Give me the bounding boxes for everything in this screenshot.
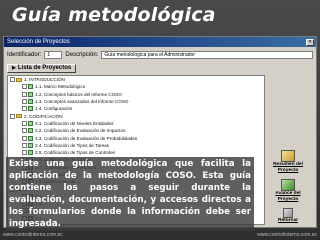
description-field[interactable]: Guía metodológica para el Administrador [101, 51, 313, 59]
folder-icon [16, 114, 22, 119]
folder-icon [16, 77, 22, 82]
tree-item[interactable]: 2.2. Codificación de Evaluación de Impac… [8, 127, 264, 134]
id-field[interactable]: 1 [44, 51, 63, 59]
return-button[interactable]: Retornar [265, 207, 311, 225]
tree-item[interactable]: 1.2. Conceptos básicos del Informe COSO [8, 91, 264, 98]
document-icon [28, 128, 33, 134]
project-progress-button[interactable]: Avance del Proyecto [265, 178, 311, 203]
tree-item[interactable]: 1.3. Conceptos avanzados del Informe COS… [8, 98, 264, 105]
tree-item[interactable]: 2.1. Codificación de Niveles Entidades [8, 120, 264, 127]
document-icon [28, 91, 33, 97]
exit-icon [283, 208, 293, 218]
tree-item[interactable]: 2. CODIFICACIÓN [8, 112, 264, 119]
footer-left-url: www.controlinterno.com.ec [3, 232, 63, 238]
document-icon [28, 84, 33, 90]
checkbox-icon[interactable] [22, 91, 27, 97]
id-label: Identificador: [7, 52, 42, 58]
window-title: Selección de Proyectos [7, 39, 70, 45]
checkbox-icon[interactable] [22, 120, 27, 126]
document-icon [28, 135, 33, 141]
tree-item[interactable]: 2.5. Codificación de Tipos de Controles [8, 149, 264, 156]
tree-item-label: 1. INTRODUCCIÓN [24, 77, 65, 83]
tree-item-label: 2.5. Codificación de Tipos de Controles [35, 150, 115, 156]
tree-item-label: 2.3. Codificación de Evaluación de Proba… [35, 135, 138, 141]
side-actions: Resumen del Proyecto Avance del Proyecto… [263, 149, 313, 225]
tree-item[interactable]: 1.4. Configuración [8, 105, 264, 112]
checkbox-icon[interactable] [10, 77, 15, 83]
checkbox-icon[interactable] [22, 142, 27, 148]
tree-item-label: 2.2. Codificación de Evaluación de Impac… [35, 128, 126, 134]
document-icon [28, 150, 33, 156]
tree-item-label: 1.4. Configuración [35, 106, 73, 112]
slide-title: Guía metodológica [12, 4, 216, 26]
return-label: Retornar [278, 218, 298, 223]
footer-right-url: www.controlinterno.com.ec [257, 232, 317, 238]
checkbox-icon[interactable] [22, 135, 27, 141]
window-titlebar: Selección de Proyectos ✕ [4, 37, 316, 47]
document-icon [28, 120, 33, 126]
project-list-button[interactable]: ▶ Lista de Proyectos [7, 63, 77, 73]
tree-item[interactable]: 2.3. Codificación de Evaluación de Proba… [8, 134, 264, 141]
tree-item[interactable]: 1. INTRODUCCIÓN [8, 76, 264, 83]
project-list-label: Lista de Proyectos [17, 64, 72, 71]
slide-caption: Existe una guía metodológica que facilit… [6, 157, 254, 231]
document-icon [28, 106, 33, 112]
tree-item[interactable]: 2.4. Codificación de Tipos de Tareas [8, 142, 264, 149]
project-list-bar: ▶ Lista de Proyectos [7, 63, 265, 73]
document-icon [28, 142, 33, 148]
project-fields: Identificador: 1 Descripción: Guía metod… [7, 50, 313, 60]
progress-icon [281, 179, 295, 191]
summary-icon [281, 150, 295, 162]
checkbox-icon[interactable] [22, 128, 27, 134]
document-icon [28, 99, 33, 105]
project-summary-label: Resumen del Proyecto [273, 162, 303, 173]
checkbox-icon[interactable] [10, 113, 15, 119]
description-label: Descripción: [65, 52, 99, 58]
tree-item-label: 2.1. Codificación de Niveles Entidades [35, 120, 114, 126]
triangle-right-icon: ▶ [12, 64, 16, 71]
checkbox-icon[interactable] [22, 106, 27, 112]
close-button[interactable]: ✕ [306, 38, 314, 46]
project-summary-button[interactable]: Resumen del Proyecto [265, 149, 311, 174]
tree-item-label: 1.1. Marco Metodológico [35, 84, 86, 90]
project-progress-label: Avance del Proyecto [275, 191, 301, 202]
tree-item-label: 1.3. Conceptos avanzados del Informe COS… [35, 99, 129, 105]
tree-item-label: 1.2. Conceptos básicos del Informe COSO [35, 91, 122, 97]
tree-item-label: 2. CODIFICACIÓN [24, 113, 63, 119]
tree-item[interactable]: 1.1. Marco Metodológico [8, 83, 264, 90]
checkbox-icon[interactable] [22, 99, 27, 105]
checkbox-icon[interactable] [22, 150, 27, 156]
tree-item-label: 2.4. Codificación de Tipos de Tareas [35, 142, 109, 148]
checkbox-icon[interactable] [22, 84, 27, 90]
